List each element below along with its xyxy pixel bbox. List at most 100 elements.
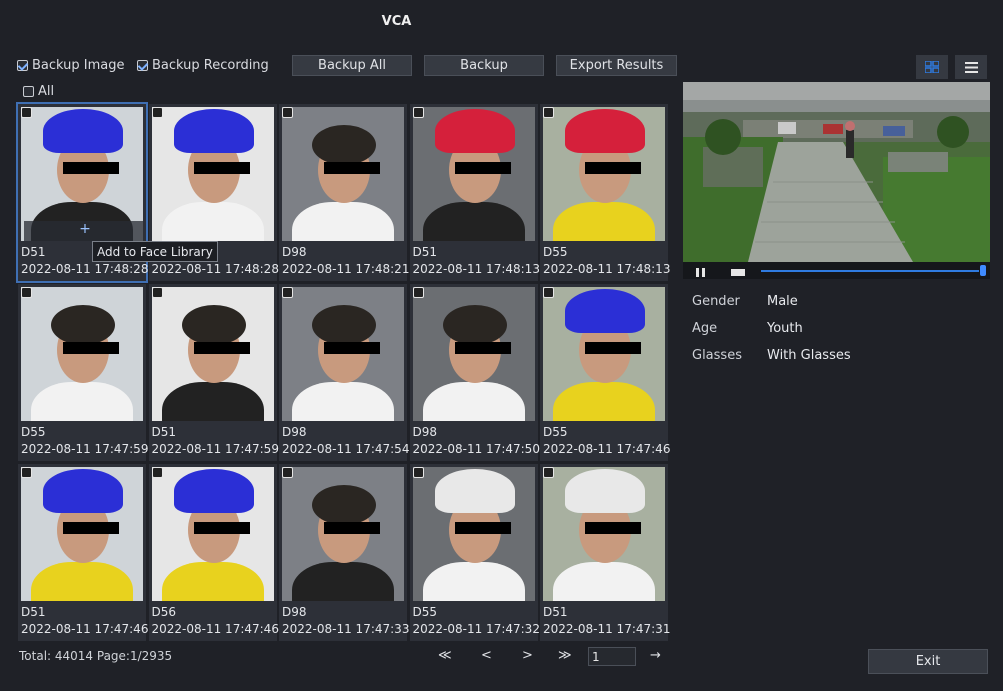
result-camera: D56	[151, 605, 177, 619]
result-item[interactable]: D51 2022-08-11 17:47:46	[18, 464, 149, 641]
pause-button[interactable]	[696, 266, 706, 280]
export-results-button[interactable]: Export Results	[556, 55, 677, 76]
result-item[interactable]: D56 2022-08-11 17:47:46	[148, 464, 279, 641]
result-item[interactable]: D98 2022-08-11 17:47:54	[279, 284, 409, 461]
result-checkbox[interactable]	[412, 107, 424, 118]
result-checkbox[interactable]	[412, 287, 424, 298]
result-item[interactable]: D51 2022-08-11 17:47:31	[540, 464, 670, 641]
face-thumbnail[interactable]	[412, 107, 535, 241]
face-thumbnail[interactable]	[543, 287, 665, 421]
backup-all-button[interactable]: Backup All	[292, 55, 412, 76]
result-item[interactable]: D98 2022-08-11 17:48:21	[279, 104, 410, 281]
backup-recording-check-icon	[137, 60, 148, 71]
privacy-mask	[63, 522, 119, 534]
face-thumbnail[interactable]	[282, 467, 404, 601]
face-thumbnail[interactable]	[21, 287, 143, 421]
face-thumbnail[interactable]	[543, 467, 665, 601]
attribute-value: With Glasses	[767, 348, 851, 363]
result-checkbox[interactable]	[151, 107, 163, 118]
grid-view-button[interactable]	[916, 55, 948, 79]
next-page-button[interactable]: >	[522, 648, 533, 663]
select-all-checkbox[interactable]: All	[23, 84, 54, 99]
face-thumbnail[interactable]: +	[21, 107, 143, 241]
result-checkbox[interactable]	[412, 467, 424, 478]
result-camera: D98	[412, 425, 438, 439]
video-frame-image	[683, 82, 990, 262]
result-time: 2022-08-11 17:47:46	[21, 622, 149, 636]
result-time: 2022-08-11 17:47:46	[151, 622, 279, 636]
result-checkbox[interactable]	[21, 467, 32, 478]
face-thumbnail[interactable]	[543, 107, 665, 241]
result-camera: D51	[151, 425, 177, 439]
result-camera: D98	[282, 425, 307, 439]
stop-button[interactable]	[731, 266, 745, 280]
result-checkbox[interactable]	[543, 287, 554, 298]
result-checkbox[interactable]	[21, 287, 32, 298]
attribute-value: Male	[767, 294, 798, 309]
face-thumbnail[interactable]	[282, 107, 404, 241]
result-item[interactable]: D98 2022-08-11 17:47:50	[409, 284, 540, 461]
result-time: 2022-08-11 17:47:32	[412, 622, 540, 636]
pagination-summary: Total: 44014 Page:1/2935	[19, 649, 173, 663]
privacy-mask	[454, 342, 511, 354]
result-item[interactable]: D51 2022-08-11 17:47:59	[148, 284, 279, 461]
result-checkbox[interactable]	[282, 467, 293, 478]
result-time: 2022-08-11 17:48:21	[282, 262, 410, 276]
result-item[interactable]: D55 2022-08-11 17:47:32	[409, 464, 540, 641]
last-page-button[interactable]: ≫	[558, 648, 572, 663]
result-item[interactable]: D55 2022-08-11 17:47:46	[540, 284, 671, 461]
result-item[interactable]: D55 2022-08-11 17:48:13	[540, 104, 671, 281]
attribute-value: Youth	[767, 321, 803, 336]
result-camera: D98	[282, 245, 307, 259]
privacy-mask	[324, 162, 380, 174]
privacy-mask	[585, 522, 641, 534]
result-item[interactable]: D51 2022-08-11 17:48:13	[409, 104, 540, 281]
results-grid: +D512022-08-11 17:48:28D512022-08-11 17:…	[16, 102, 671, 642]
result-time: 2022-08-11 17:48:28	[151, 262, 279, 276]
result-checkbox[interactable]	[151, 287, 163, 298]
privacy-mask	[454, 162, 511, 174]
backup-recording-label: Backup Recording	[152, 58, 269, 73]
result-time: 2022-08-11 17:48:13	[543, 262, 671, 276]
result-checkbox[interactable]	[282, 107, 293, 118]
backup-image-checkbox[interactable]: Backup Image	[17, 58, 125, 73]
go-to-page-button[interactable]: →	[650, 648, 661, 663]
result-time: 2022-08-11 17:47:59	[21, 442, 149, 456]
face-thumbnail[interactable]	[282, 287, 404, 421]
result-checkbox[interactable]	[21, 107, 32, 118]
video-preview[interactable]	[683, 82, 990, 262]
prev-page-button[interactable]: <	[481, 648, 492, 663]
face-thumbnail[interactable]	[151, 467, 274, 601]
result-checkbox[interactable]	[282, 287, 293, 298]
result-time: 2022-08-11 17:47:59	[151, 442, 279, 456]
backup-button[interactable]: Backup	[424, 55, 544, 76]
result-camera: D51	[21, 245, 46, 259]
playback-slider-handle[interactable]	[980, 265, 986, 276]
face-thumbnail[interactable]	[412, 467, 535, 601]
first-page-button[interactable]: ≪	[438, 648, 452, 663]
backup-recording-checkbox[interactable]: Backup Recording	[137, 58, 269, 73]
privacy-mask	[193, 522, 250, 534]
face-thumbnail[interactable]	[412, 287, 535, 421]
list-view-button[interactable]	[955, 55, 987, 79]
face-thumbnail[interactable]	[21, 467, 143, 601]
select-all-check-icon	[23, 86, 34, 97]
result-checkbox[interactable]	[543, 107, 554, 118]
list-view-icon	[964, 61, 978, 73]
add-to-face-library-tooltip: Add to Face Library	[92, 241, 218, 262]
add-to-face-library-button[interactable]: +	[24, 221, 143, 241]
result-checkbox[interactable]	[151, 467, 163, 478]
playback-progress-track[interactable]	[761, 270, 979, 272]
face-thumbnail[interactable]	[151, 287, 274, 421]
exit-button[interactable]: Exit	[868, 649, 988, 674]
result-item[interactable]: D55 2022-08-11 17:47:59	[18, 284, 149, 461]
result-camera: D55	[543, 245, 568, 259]
result-time: 2022-08-11 17:47:46	[543, 442, 671, 456]
privacy-mask	[63, 342, 119, 354]
result-checkbox[interactable]	[543, 467, 554, 478]
privacy-mask	[193, 342, 250, 354]
page-number-input[interactable]	[588, 647, 636, 666]
grid-view-icon	[925, 61, 939, 73]
face-thumbnail[interactable]	[151, 107, 274, 241]
result-item[interactable]: D98 2022-08-11 17:47:33	[279, 464, 409, 641]
